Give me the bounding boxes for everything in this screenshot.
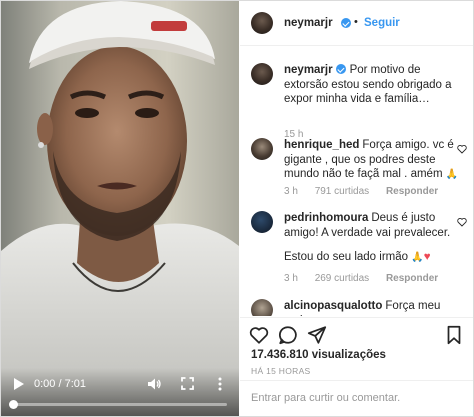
login-to-comment-link[interactable]: Entrar para curtir ou comentar. bbox=[251, 392, 400, 404]
avatar[interactable] bbox=[251, 138, 273, 160]
avatar[interactable] bbox=[251, 12, 273, 34]
verified-badge-icon bbox=[341, 18, 351, 28]
volume-icon[interactable] bbox=[147, 377, 161, 391]
heart-icon[interactable] bbox=[457, 144, 467, 154]
comment-meta: 3 h 269 curtidas Responder bbox=[284, 273, 452, 284]
comment-icon[interactable] bbox=[277, 324, 299, 346]
more-vertical-icon[interactable] bbox=[217, 377, 223, 391]
comments-list[interactable]: neymarjr Por motivo de extorsão estou sen… bbox=[240, 46, 473, 316]
pray-emoji: 🙏 bbox=[445, 169, 459, 180]
verified-badge-icon bbox=[335, 64, 346, 74]
reply-button[interactable]: Responder bbox=[386, 273, 438, 284]
video-player[interactable]: 0:00 / 7:01 bbox=[1, 1, 239, 416]
header-username[interactable]: neymarjr bbox=[284, 17, 333, 29]
comment-time[interactable]: 3 h bbox=[284, 273, 298, 284]
video-controls: 0:00 / 7:01 bbox=[1, 368, 239, 416]
comment-username[interactable]: alcinopasqualotto bbox=[284, 300, 382, 312]
bookmark-icon[interactable] bbox=[443, 324, 465, 346]
reply-button[interactable]: Responder bbox=[386, 186, 438, 197]
comment-likes[interactable]: 269 curtidas bbox=[315, 273, 369, 284]
red-heart-emoji: ♥ bbox=[423, 251, 431, 263]
video-frame bbox=[1, 1, 239, 416]
heart-icon[interactable] bbox=[457, 217, 467, 227]
comment-meta: 3 h 791 curtidas Responder bbox=[284, 186, 452, 197]
caption-username[interactable]: neymarjr bbox=[284, 64, 333, 76]
avatar[interactable] bbox=[251, 63, 273, 85]
comment-text-line2: Estou do seu lado irmão 🙏♥ bbox=[284, 251, 431, 263]
follow-button[interactable]: Seguir bbox=[364, 17, 400, 29]
seek-handle[interactable] bbox=[9, 400, 18, 409]
post-header: neymarjr • Seguir bbox=[240, 1, 473, 46]
view-count[interactable]: 17.436.810 visualizações bbox=[251, 349, 386, 361]
video-seek-bar[interactable] bbox=[9, 400, 227, 409]
fullscreen-icon[interactable] bbox=[181, 377, 194, 390]
comment-likes[interactable]: 791 curtidas bbox=[315, 186, 369, 197]
avatar[interactable] bbox=[251, 211, 273, 233]
comment-username[interactable]: henrique_hed bbox=[284, 139, 359, 151]
post-age[interactable]: HÁ 15 HORAS bbox=[251, 366, 311, 376]
post-modal: 0:00 / 7:01 neymarjr • Seguir neymarjr P… bbox=[0, 0, 474, 417]
play-icon[interactable] bbox=[13, 377, 25, 391]
comment-time[interactable]: 3 h bbox=[284, 186, 298, 197]
post-sidebar: neymarjr • Seguir neymarjr Por motivo de … bbox=[240, 1, 473, 416]
post-actions: 17.436.810 visualizações HÁ 15 HORAS Ent… bbox=[240, 317, 473, 416]
heart-icon[interactable] bbox=[248, 324, 270, 346]
share-icon[interactable] bbox=[306, 324, 328, 346]
pray-emoji: 🙏 bbox=[411, 252, 424, 263]
separator-dot: • bbox=[354, 16, 358, 28]
avatar[interactable] bbox=[251, 299, 273, 316]
add-comment-bar: Entrar para curtir ou comentar. bbox=[240, 380, 473, 416]
comment-username[interactable]: pedrinhomoura bbox=[284, 212, 368, 224]
video-time: 0:00 / 7:01 bbox=[34, 378, 86, 390]
